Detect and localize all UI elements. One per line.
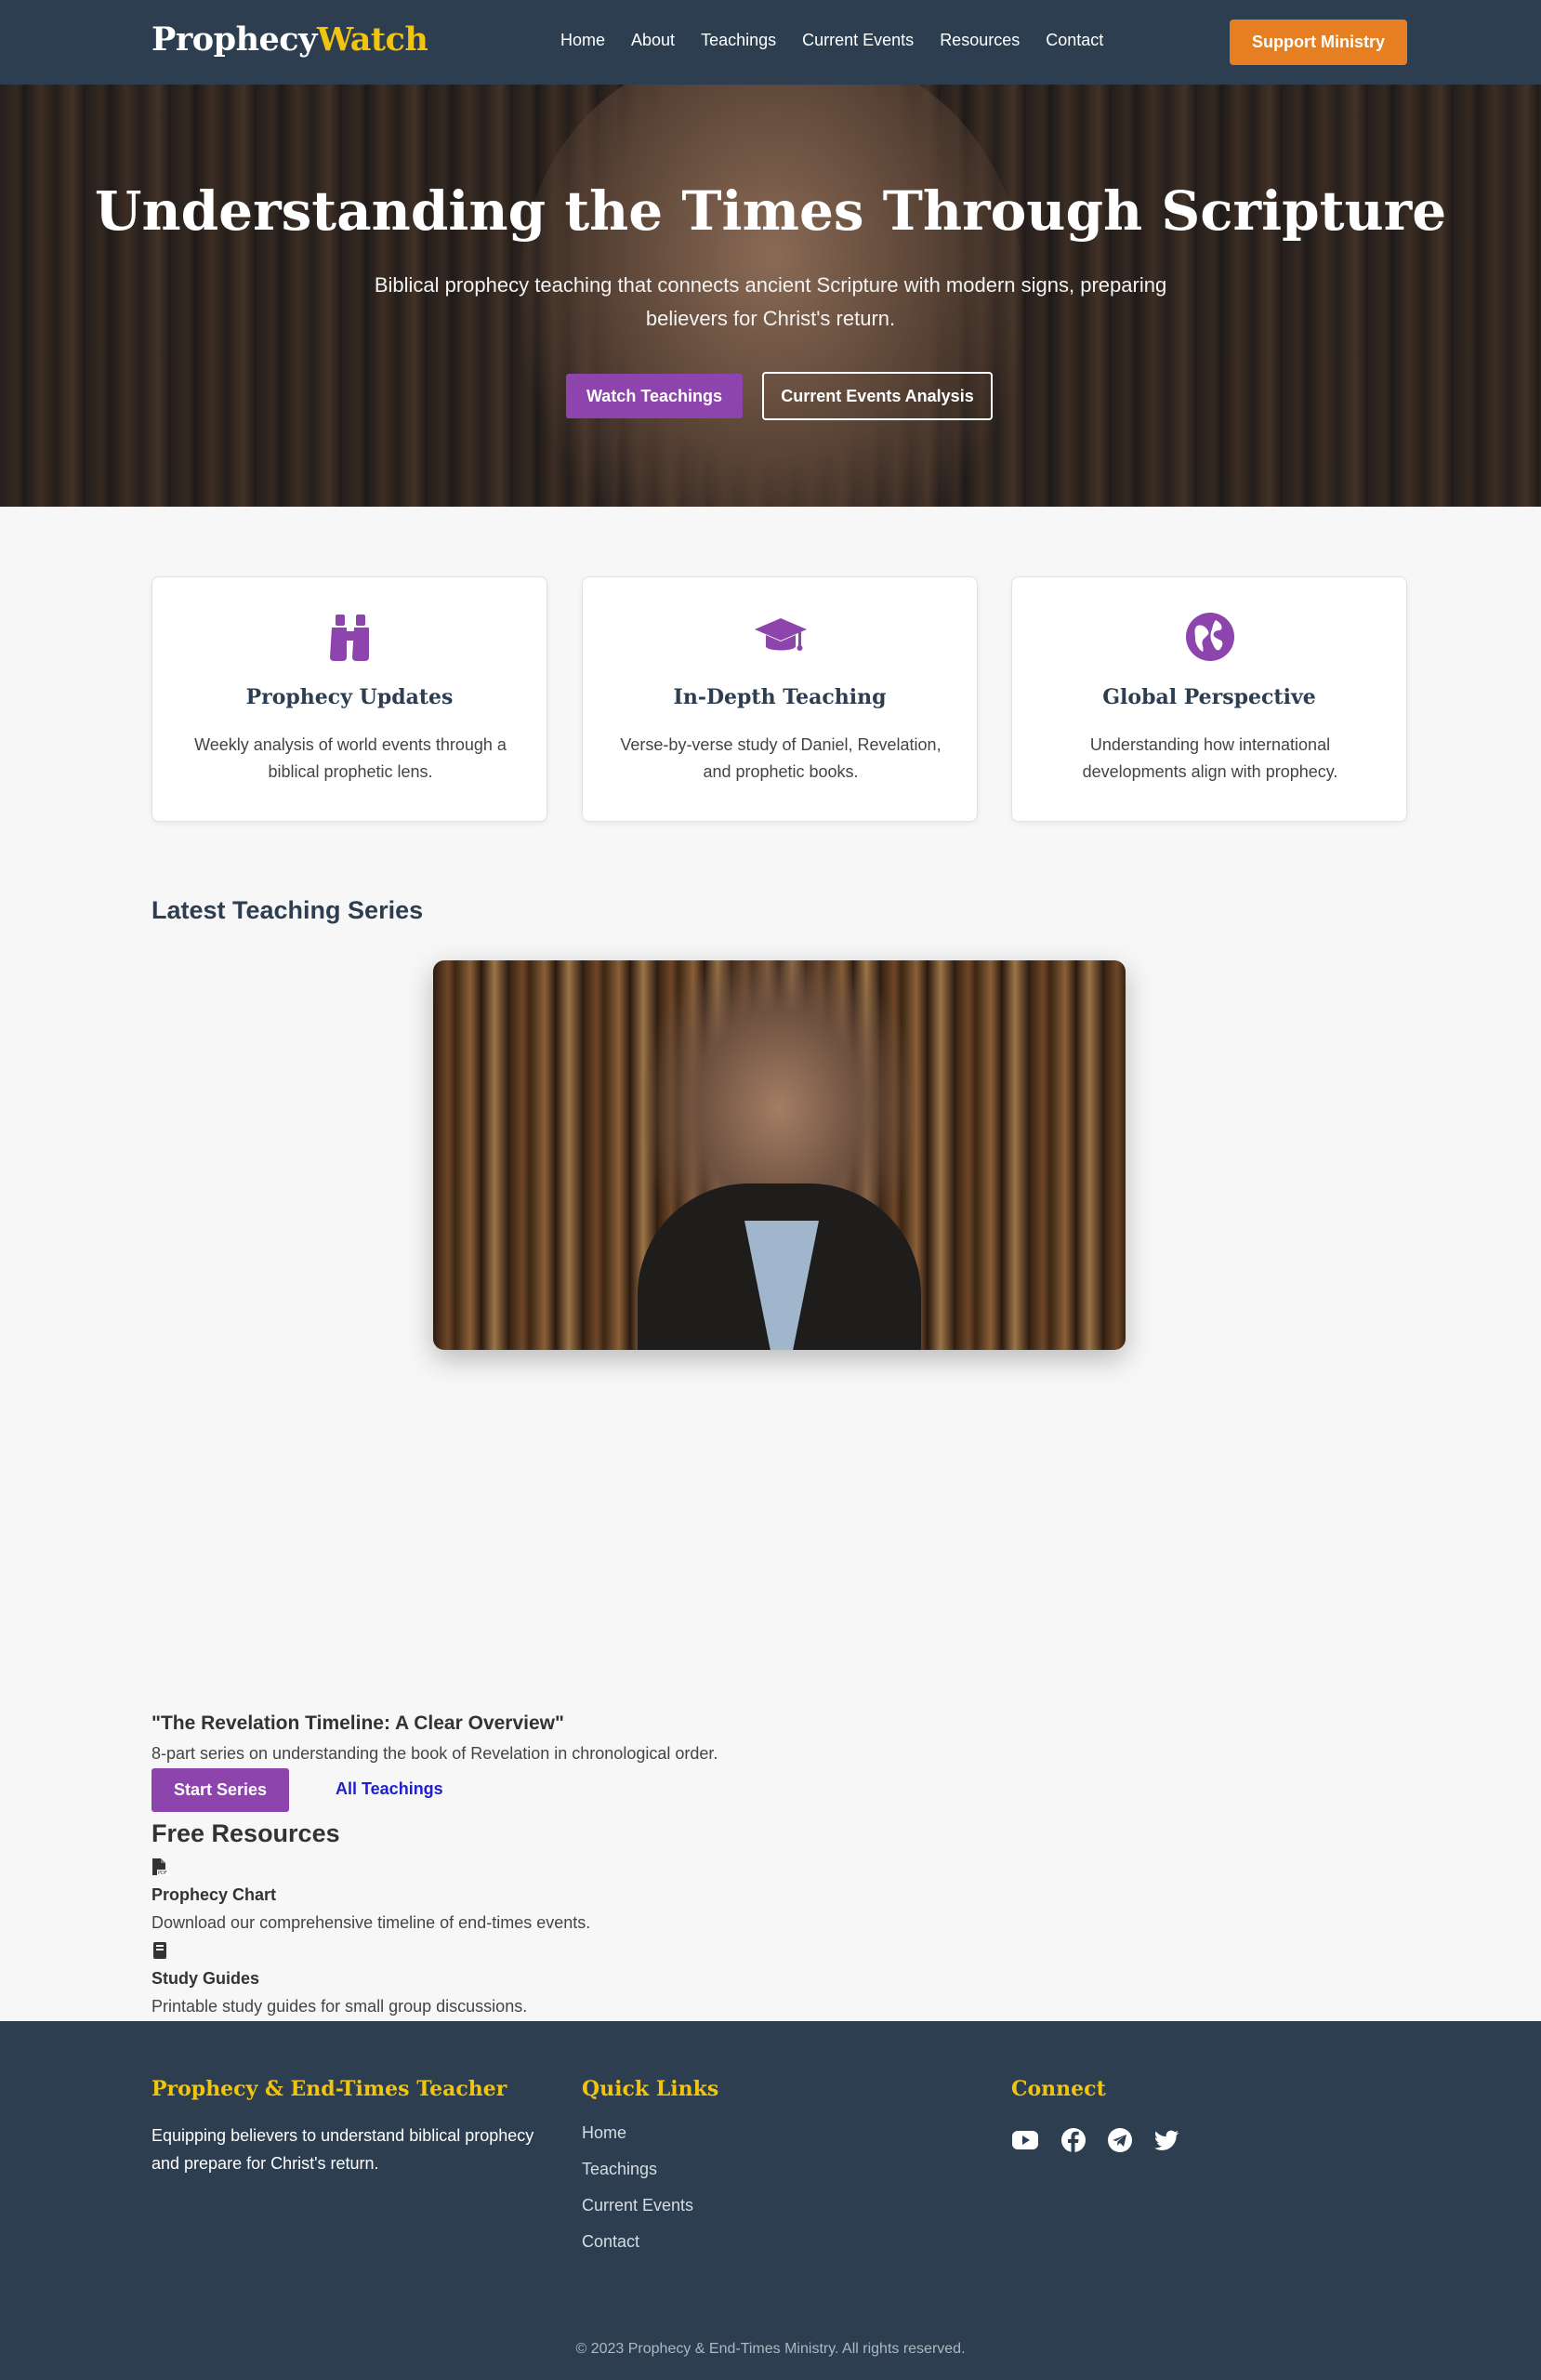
footer-link-teachings[interactable]: Teachings (582, 2160, 657, 2178)
facebook-icon[interactable] (1060, 2127, 1087, 2153)
feature-title: In-Depth Teaching (673, 685, 887, 709)
youtube-icon[interactable] (1011, 2127, 1039, 2153)
footer-about-heading: Prophecy & End-Times Teacher (151, 2077, 507, 2101)
feature-card-prophecy-updates: Prophecy Updates Weekly analysis of worl… (151, 576, 547, 822)
footer-link-current-events[interactable]: Current Events (582, 2196, 693, 2215)
nav-link-resources[interactable]: Resources (940, 31, 1020, 50)
latest-series-heading: Latest Teaching Series (151, 896, 424, 924)
watch-teachings-button[interactable]: Watch Teachings (566, 374, 743, 418)
hero-section: Understanding the Times Through Scriptur… (0, 85, 1541, 507)
twitter-icon[interactable] (1152, 2127, 1180, 2153)
feature-title: Global Perspective (1102, 685, 1316, 709)
svg-text:PDF: PDF (158, 1871, 167, 1876)
footer-connect-heading: Connect (1011, 2077, 1106, 2101)
resource-desc-prophecy-chart: Download our comprehensive timeline of e… (151, 1913, 591, 1932)
series-description: 8-part series on understanding the book … (151, 1744, 718, 1763)
logo-text-watch: Watch (316, 20, 428, 59)
resource-title-study-guides[interactable]: Study Guides (151, 1969, 259, 1989)
graduation-cap-icon (755, 618, 807, 651)
top-navbar: ProphecyWatch Home About Teachings Curre… (0, 0, 1541, 85)
main-nav: Home About Teachings Current Events Reso… (560, 31, 1103, 50)
book-icon (153, 1942, 166, 1959)
nav-link-contact[interactable]: Contact (1046, 31, 1103, 50)
resource-desc-study-guides: Printable study guides for small group d… (151, 1997, 528, 2016)
series-thumbnail[interactable] (433, 960, 1126, 1350)
nav-link-current-events[interactable]: Current Events (802, 31, 914, 50)
feature-title: Prophecy Updates (245, 685, 454, 709)
footer-copyright: © 2023 Prophecy & End-Times Ministry. Al… (575, 2341, 966, 2357)
current-events-analysis-button[interactable]: Current Events Analysis (762, 372, 993, 420)
footer-about-text: Equipping believers to understand biblic… (151, 2126, 534, 2173)
series-title: "The Revelation Timeline: A Clear Overvi… (151, 1712, 564, 1734)
all-teachings-link[interactable]: All Teachings (336, 1779, 443, 1799)
binoculars-icon (330, 615, 369, 661)
footer-quick-links: Home Teachings Current Events Contact (582, 2123, 693, 2268)
nav-link-home[interactable]: Home (560, 31, 605, 50)
footer-quick-links-heading: Quick Links (582, 2077, 719, 2101)
site-footer: Prophecy & End-Times Teacher Equipping b… (0, 2021, 1541, 2380)
feature-text: Verse-by-verse study of Daniel, Revelati… (620, 735, 942, 781)
telegram-icon[interactable] (1106, 2127, 1134, 2153)
start-series-button[interactable]: Start Series (151, 1768, 289, 1812)
feature-card-in-depth-teaching: In-Depth Teaching Verse-by-verse study o… (582, 576, 978, 822)
free-resources-heading: Free Resources (151, 1819, 340, 1847)
site-logo[interactable]: ProphecyWatch (151, 20, 428, 59)
pdf-file-icon: PDF (152, 1858, 168, 1876)
footer-link-contact[interactable]: Contact (582, 2232, 639, 2251)
hero-subtitle: Biblical prophecy teaching that connects… (374, 273, 1167, 330)
hero-title: Understanding the Times Through Scriptur… (94, 179, 1447, 243)
nav-link-about[interactable]: About (631, 31, 675, 50)
feature-text: Understanding how international developm… (1082, 735, 1338, 781)
footer-link-home[interactable]: Home (582, 2123, 626, 2142)
globe-icon (1186, 613, 1234, 661)
resource-title-prophecy-chart[interactable]: Prophecy Chart (151, 1885, 276, 1905)
nav-link-teachings[interactable]: Teachings (701, 31, 776, 50)
support-ministry-button[interactable]: Support Ministry (1230, 20, 1407, 65)
feature-card-global-perspective: Global Perspective Understanding how int… (1011, 576, 1407, 822)
logo-text-prophecy: Prophecy (151, 20, 317, 59)
feature-text: Weekly analysis of world events through … (194, 735, 507, 781)
